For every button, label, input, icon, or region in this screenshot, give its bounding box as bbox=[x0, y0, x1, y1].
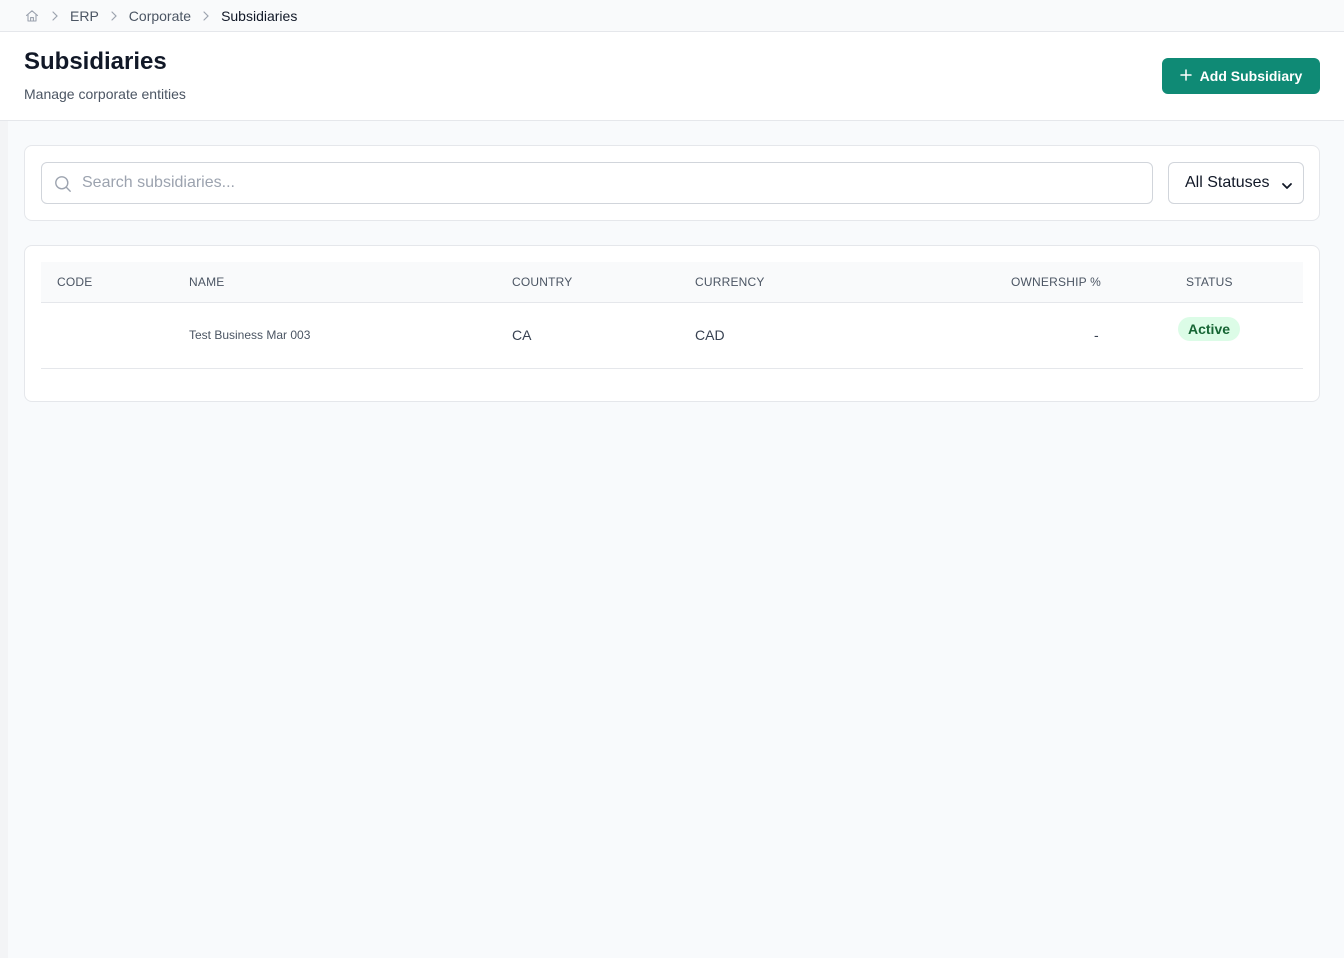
plus-icon bbox=[1179, 68, 1192, 84]
add-subsidiary-button[interactable]: Add Subsidiary bbox=[1162, 58, 1320, 94]
left-edge bbox=[0, 0, 8, 958]
breadcrumb-current: Subsidiaries bbox=[221, 7, 298, 24]
table-header: CODE NAME COUNTRY CURRENCY OWNERSHIP % S… bbox=[41, 262, 1303, 303]
chevron-right-icon bbox=[51, 10, 59, 21]
column-header-name[interactable]: NAME bbox=[189, 275, 224, 289]
search-box[interactable] bbox=[41, 162, 1153, 204]
table-row[interactable]: Test Business Mar 003 CA CAD - Active bbox=[41, 303, 1303, 369]
chevron-right-icon bbox=[110, 10, 118, 21]
column-header-status[interactable]: STATUS bbox=[1186, 275, 1233, 289]
chevron-down-icon bbox=[1281, 178, 1293, 196]
column-header-code[interactable]: CODE bbox=[57, 275, 92, 289]
breadcrumb: ERP Corporate Subsidiaries bbox=[0, 0, 1344, 32]
status-filter-value: All Statuses bbox=[1185, 174, 1270, 191]
page-header: Subsidiaries Manage corporate entities A… bbox=[0, 32, 1344, 121]
page-subtitle: Manage corporate entities bbox=[24, 86, 186, 102]
subsidiaries-table: CODE NAME COUNTRY CURRENCY OWNERSHIP % S… bbox=[24, 245, 1320, 402]
cell-currency: CAD bbox=[695, 327, 725, 343]
search-input[interactable] bbox=[82, 163, 1142, 203]
status-badge: Active bbox=[1178, 317, 1241, 341]
cell-country: CA bbox=[512, 327, 532, 343]
search-icon bbox=[54, 175, 72, 198]
add-subsidiary-label: Add Subsidiary bbox=[1199, 68, 1303, 84]
home-icon[interactable] bbox=[24, 8, 40, 24]
filter-card: All Statuses bbox=[24, 145, 1320, 221]
status-filter-select[interactable]: All Statuses bbox=[1168, 162, 1304, 204]
column-header-country[interactable]: COUNTRY bbox=[512, 275, 573, 289]
page-title: Subsidiaries bbox=[24, 48, 167, 75]
cell-name: Test Business Mar 003 bbox=[189, 328, 311, 342]
column-header-ownership[interactable]: OWNERSHIP % bbox=[1011, 275, 1101, 289]
breadcrumb-item-erp[interactable]: ERP bbox=[70, 8, 99, 24]
cell-ownership: - bbox=[1094, 327, 1099, 343]
breadcrumb-item-corporate[interactable]: Corporate bbox=[129, 8, 191, 24]
chevron-right-icon bbox=[202, 10, 210, 21]
column-header-currency[interactable]: CURRENCY bbox=[695, 275, 765, 289]
